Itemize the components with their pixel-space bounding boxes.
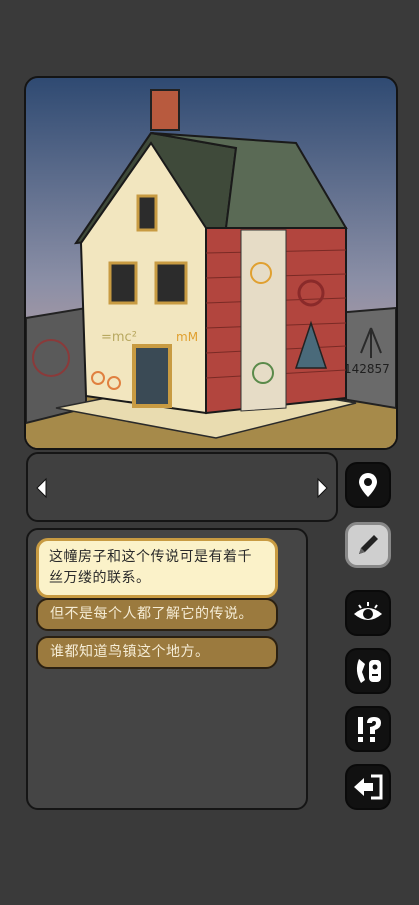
house-scene: 142857 =mc² mM: [26, 78, 396, 448]
front-door: [132, 344, 172, 408]
hint-button[interactable]: [345, 706, 391, 752]
scene-illustration: 142857 =mc² mM: [24, 76, 398, 450]
call-button[interactable]: [345, 648, 391, 694]
dialog-option-1[interactable]: 这幢房子和这个传说可是有着千丝万缕的联系。: [36, 538, 278, 598]
phone-face-icon: [356, 659, 381, 683]
graffiti-numbers: 142857: [344, 362, 390, 376]
dialog-panel: 这幢房子和这个传说可是有着千丝万缕的联系。 但不是每个人都了解它的传说。 谁都知…: [26, 528, 308, 810]
window-left: [108, 261, 138, 305]
exit-icon: [354, 774, 383, 800]
arrow-left-icon[interactable]: [34, 476, 50, 500]
window-attic: [136, 194, 158, 232]
pencil-icon: [359, 535, 378, 554]
location-button[interactable]: [345, 462, 391, 508]
eye-icon: [354, 602, 382, 620]
observe-button[interactable]: [345, 590, 391, 636]
graffiti-formula: =mc²: [101, 330, 137, 345]
arrow-right-icon[interactable]: [314, 476, 330, 500]
graffiti-scribble: mM: [176, 330, 198, 344]
chimney: [150, 89, 180, 131]
dialog-option-3[interactable]: 谁都知道鸟镇这个地方。: [36, 636, 278, 669]
dialog-option-2[interactable]: 但不是每个人都了解它的传说。: [36, 598, 278, 631]
page-navigator: [26, 452, 338, 522]
exclaim-question-icon: [358, 717, 381, 742]
location-pin-icon: [359, 473, 377, 497]
exit-button[interactable]: [345, 764, 391, 810]
window-right: [154, 261, 188, 305]
notes-button[interactable]: [345, 522, 391, 568]
